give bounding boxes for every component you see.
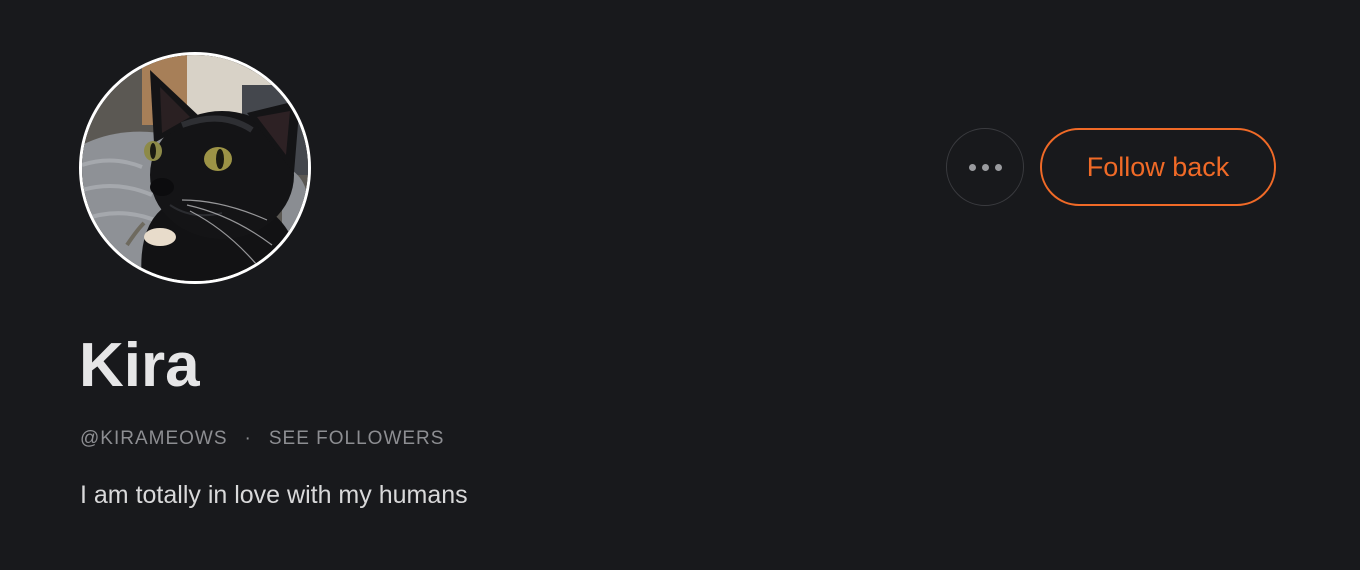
profile-handle[interactable]: @KIRAMEOWS <box>80 428 228 450</box>
profile-actions: Follow back <box>946 128 1276 206</box>
more-options-button[interactable] <box>946 128 1024 206</box>
cat-photo-icon <box>82 55 308 281</box>
see-followers-link[interactable]: SEE FOLLOWERS <box>269 428 445 450</box>
follow-back-button[interactable]: Follow back <box>1040 128 1276 206</box>
meta-separator: · <box>244 428 252 449</box>
profile-meta: @KIRAMEOWS · SEE FOLLOWERS <box>80 428 444 450</box>
profile-header: Follow back Kira @KIRAMEOWS · SEE FOLLOW… <box>0 0 1360 570</box>
profile-bio: I am totally in love with my humans <box>80 481 468 509</box>
profile-name: Kira <box>79 331 200 400</box>
ellipsis-icon <box>968 163 1002 171</box>
avatar[interactable] <box>79 52 311 284</box>
